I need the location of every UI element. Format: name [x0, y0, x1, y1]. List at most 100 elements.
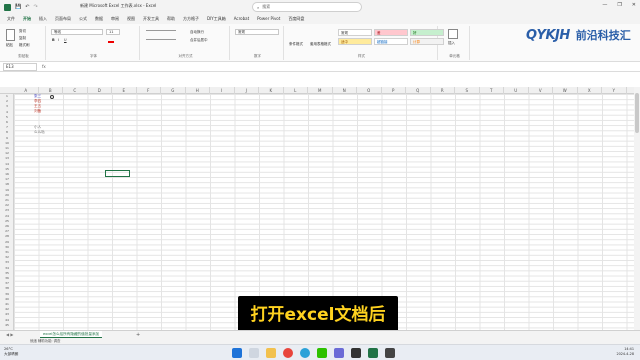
- column-header[interactable]: T: [480, 87, 504, 94]
- italic-button[interactable]: I: [58, 38, 59, 42]
- window-controls: — ❐ ✕: [602, 2, 636, 8]
- column-header[interactable]: Q: [406, 87, 431, 94]
- cell-b4[interactable]: 刘备: [34, 109, 41, 114]
- column-header[interactable]: S: [455, 87, 480, 94]
- column-header[interactable]: C: [63, 87, 88, 94]
- style-cell-4[interactable]: 超链接: [374, 38, 408, 45]
- column-header[interactable]: E: [112, 87, 137, 94]
- tab-8[interactable]: 开发工具: [139, 14, 163, 24]
- cut-button[interactable]: 剪切: [19, 29, 26, 34]
- style-cell-0[interactable]: 常规: [338, 29, 372, 36]
- number-format-select[interactable]: 常规: [235, 29, 279, 35]
- column-header[interactable]: J: [235, 87, 259, 94]
- start-icon[interactable]: [232, 348, 242, 358]
- clipboard-group-label: 剪贴板: [18, 54, 29, 58]
- copy-button[interactable]: 复制: [19, 36, 26, 41]
- column-header[interactable]: R: [431, 87, 455, 94]
- style-cell-1[interactable]: 差: [374, 29, 408, 36]
- excel-taskbar-icon[interactable]: [368, 348, 378, 358]
- scroll-thumb[interactable]: [635, 93, 639, 133]
- font-size-select[interactable]: 11: [106, 29, 120, 35]
- filter-icon[interactable]: [50, 95, 54, 99]
- restore-icon[interactable]: ❐: [617, 2, 621, 8]
- bold-button[interactable]: B: [52, 38, 55, 42]
- column-header[interactable]: H: [186, 87, 210, 94]
- fx-icon[interactable]: fx: [42, 63, 46, 71]
- tab-4[interactable]: 公式: [75, 14, 91, 24]
- weather-widget[interactable]: 26°C 大部晴朗: [4, 347, 18, 357]
- tab-13[interactable]: Power Pivot: [253, 14, 284, 24]
- tab-0[interactable]: 文件: [3, 14, 19, 24]
- tab-1[interactable]: 开始: [19, 14, 35, 25]
- tab-9[interactable]: 帮助: [163, 14, 179, 24]
- worksheet-grid[interactable]: 张三 李四 王五 刘备 小人 么么哒: [14, 94, 634, 330]
- column-header[interactable]: P: [382, 87, 406, 94]
- insert-button[interactable]: 插入: [448, 41, 455, 46]
- font-color-icon[interactable]: [108, 38, 114, 43]
- system-tray[interactable]: 14:41 2024-4-28: [616, 347, 634, 357]
- column-header[interactable]: M: [308, 87, 333, 94]
- align-icons[interactable]: [146, 30, 176, 40]
- column-header[interactable]: K: [259, 87, 284, 94]
- tab-7[interactable]: 视图: [123, 14, 139, 24]
- tab-2[interactable]: 插入: [35, 14, 51, 24]
- column-header[interactable]: V: [529, 87, 553, 94]
- column-header[interactable]: L: [284, 87, 308, 94]
- selected-cell[interactable]: [105, 170, 130, 177]
- vertical-scrollbar[interactable]: [634, 87, 640, 330]
- wrap-text-button[interactable]: 自动换行: [190, 30, 204, 35]
- table-format-button[interactable]: 套用表格格式: [310, 42, 331, 47]
- cell-b8[interactable]: 么么哒: [34, 130, 45, 135]
- name-box[interactable]: E13: [3, 63, 37, 71]
- tab-11[interactable]: DIY工具箱: [203, 14, 230, 24]
- column-header[interactable]: D: [88, 87, 112, 94]
- video-app-icon[interactable]: [351, 348, 361, 358]
- format-painter-button[interactable]: 格式刷: [19, 43, 30, 48]
- column-header[interactable]: G: [161, 87, 186, 94]
- column-header[interactable]: X: [578, 87, 602, 94]
- column-header[interactable]: U: [504, 87, 529, 94]
- browser-icon[interactable]: [300, 348, 310, 358]
- font-name-select[interactable]: 等线: [51, 29, 103, 35]
- close-icon[interactable]: ✕: [632, 2, 636, 8]
- column-header[interactable]: I: [210, 87, 235, 94]
- styles-group-label: 样式: [358, 54, 365, 58]
- column-header[interactable]: A: [14, 87, 39, 94]
- search-taskbar-icon[interactable]: [249, 348, 259, 358]
- paste-button[interactable]: 粘贴: [6, 43, 13, 48]
- save-icon[interactable]: 💾: [15, 3, 21, 11]
- paste-icon[interactable]: [6, 29, 15, 41]
- merge-center-button[interactable]: 合并后居中: [190, 38, 208, 43]
- minimize-icon[interactable]: —: [602, 2, 607, 8]
- title-bar: 💾 ↶ ↷ 新建 Microsoft Excel 工作表.xlsx - Exce…: [0, 0, 640, 14]
- column-header[interactable]: W: [553, 87, 578, 94]
- underline-button[interactable]: U: [64, 38, 67, 42]
- tab-14[interactable]: 百度网盘: [284, 14, 308, 24]
- undo-icon[interactable]: ↶: [25, 3, 29, 11]
- search-box[interactable]: ⌕ 搜索: [252, 2, 362, 12]
- font-group-label: 字体: [90, 54, 97, 58]
- tab-5[interactable]: 数据: [91, 14, 107, 24]
- conditional-format-button[interactable]: 条件格式: [289, 42, 303, 47]
- chrome-icon[interactable]: [283, 348, 293, 358]
- tab-6[interactable]: 审阅: [107, 14, 123, 24]
- column-header[interactable]: Y: [602, 87, 627, 94]
- column-header[interactable]: F: [137, 87, 161, 94]
- style-cell-3[interactable]: 适中: [338, 38, 372, 45]
- row-header[interactable]: 45: [0, 323, 14, 328]
- file-explorer-icon[interactable]: [266, 348, 276, 358]
- style-cell-2[interactable]: 好: [410, 29, 444, 36]
- sheet-nav-icons[interactable]: ◀ ▶: [6, 332, 13, 337]
- app2-icon[interactable]: [385, 348, 395, 358]
- tab-12[interactable]: Acrobat: [230, 14, 253, 24]
- style-cell-5[interactable]: 计算: [410, 38, 444, 45]
- column-header[interactable]: B: [39, 87, 63, 94]
- tab-10[interactable]: 方方格子: [179, 14, 203, 24]
- insert-cells-icon[interactable]: [448, 29, 458, 39]
- tab-3[interactable]: 页面布局: [51, 14, 75, 24]
- wechat-icon[interactable]: [317, 348, 327, 358]
- column-header[interactable]: N: [333, 87, 357, 94]
- app-icon[interactable]: [334, 348, 344, 358]
- column-header[interactable]: O: [357, 87, 382, 94]
- redo-icon[interactable]: ↷: [33, 3, 37, 11]
